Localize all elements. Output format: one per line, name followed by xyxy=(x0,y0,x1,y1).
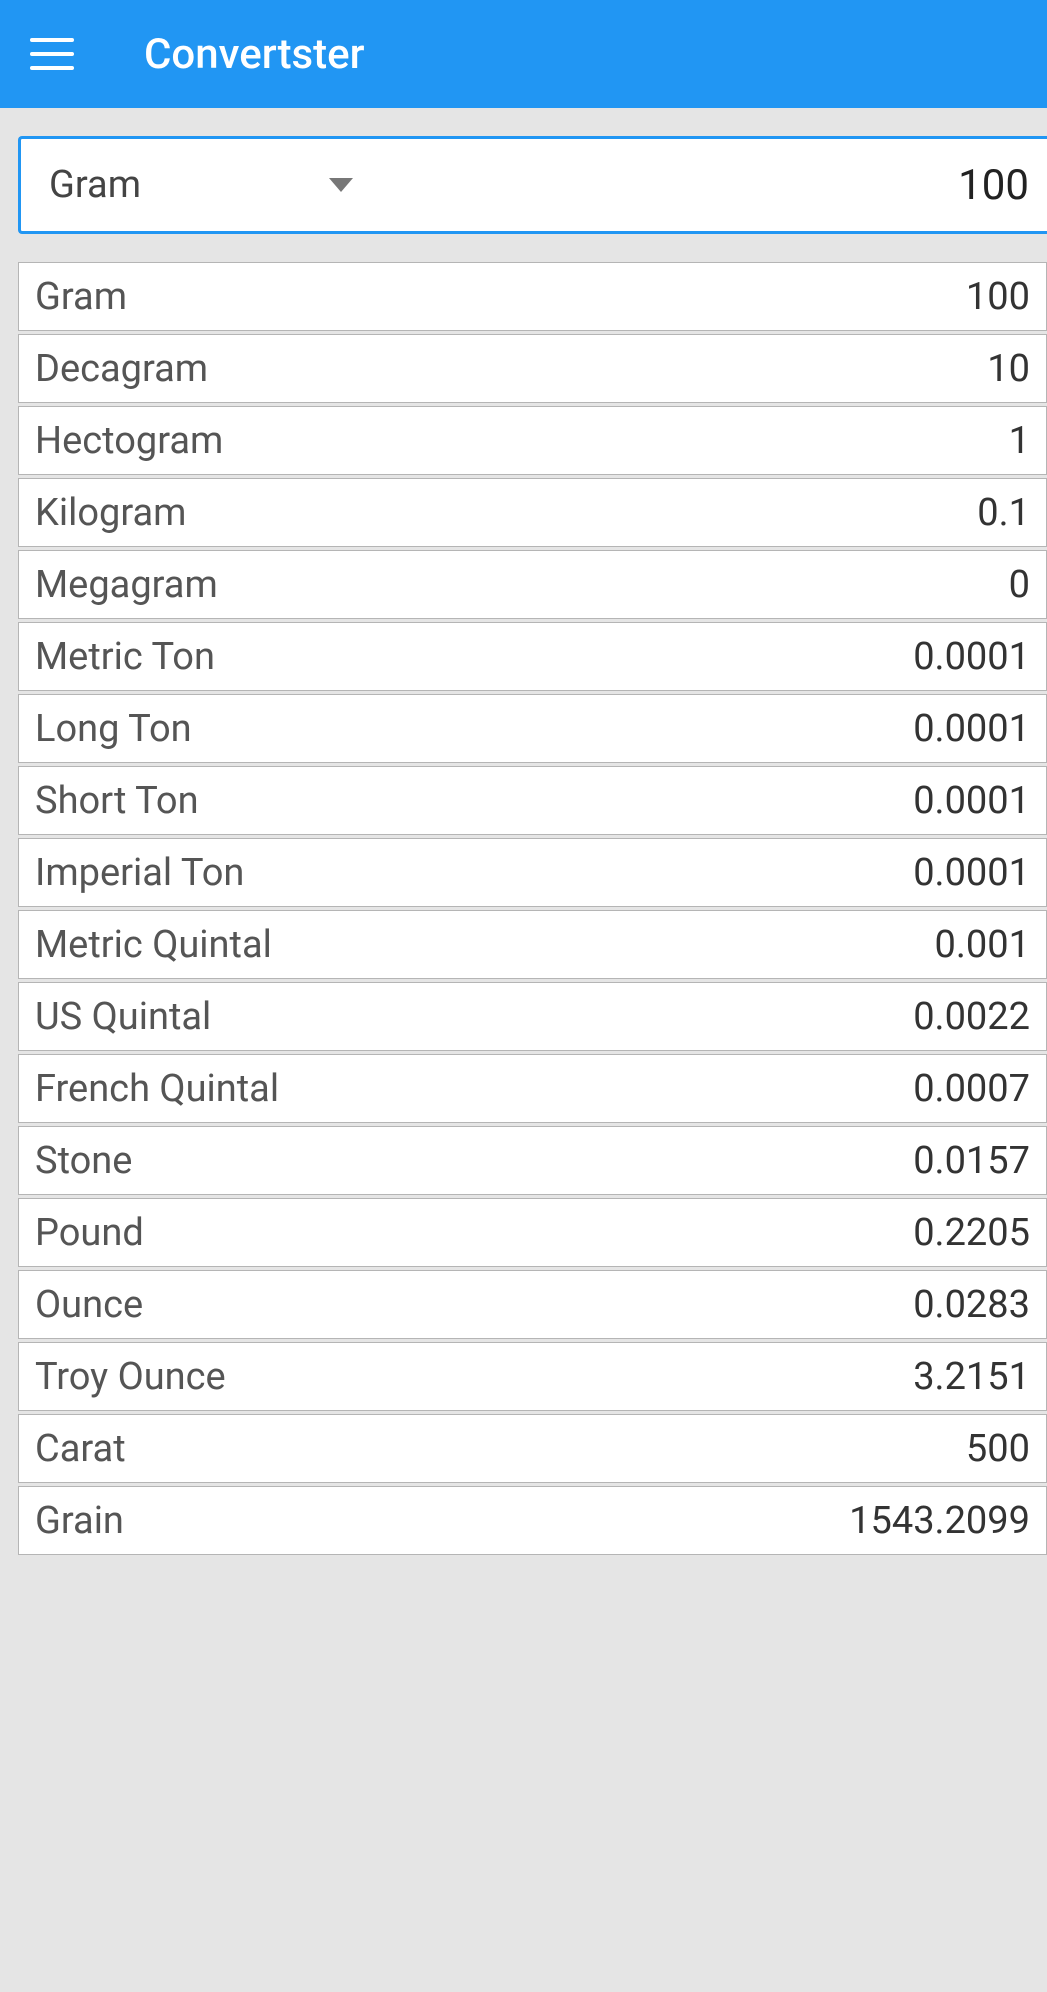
app-title: Convertster xyxy=(144,30,365,79)
result-value: 0.001 xyxy=(935,923,1030,967)
result-row[interactable]: Megagram 0 xyxy=(18,550,1047,619)
result-unit-label: Short Ton xyxy=(35,779,199,823)
result-row[interactable]: Stone 0.0157 xyxy=(18,1126,1047,1195)
result-row[interactable]: Hectogram 1 xyxy=(18,406,1047,475)
result-row[interactable]: Metric Ton 0.0001 xyxy=(18,622,1047,691)
result-unit-label: Kilogram xyxy=(35,491,186,535)
result-value: 1543.2099 xyxy=(849,1499,1030,1543)
result-value: 500 xyxy=(966,1427,1030,1471)
conversion-input-container: Gram 100 xyxy=(18,136,1047,234)
result-unit-label: US Quintal xyxy=(35,995,211,1039)
result-unit-label: French Quintal xyxy=(35,1067,279,1111)
selected-unit-label: Gram xyxy=(49,163,329,207)
result-row[interactable]: US Quintal 0.0022 xyxy=(18,982,1047,1051)
result-row[interactable]: Metric Quintal 0.001 xyxy=(18,910,1047,979)
value-input[interactable]: 100 xyxy=(381,139,1047,231)
result-value: 0.0283 xyxy=(913,1283,1030,1327)
result-unit-label: Megagram xyxy=(35,563,218,607)
result-value: 0.0001 xyxy=(913,851,1030,895)
result-unit-label: Hectogram xyxy=(35,419,223,463)
result-row[interactable]: Pound 0.2205 xyxy=(18,1198,1047,1267)
result-row[interactable]: French Quintal 0.0007 xyxy=(18,1054,1047,1123)
result-value: 0 xyxy=(1009,563,1030,607)
result-unit-label: Metric Ton xyxy=(35,635,215,679)
result-value: 1 xyxy=(1009,419,1030,463)
result-row[interactable]: Long Ton 0.0001 xyxy=(18,694,1047,763)
result-value: 0.2205 xyxy=(913,1211,1030,1255)
result-unit-label: Long Ton xyxy=(35,707,192,751)
unit-select-dropdown[interactable]: Gram xyxy=(21,139,381,231)
result-unit-label: Imperial Ton xyxy=(35,851,244,895)
result-unit-label: Carat xyxy=(35,1427,126,1471)
result-value: 100 xyxy=(966,275,1030,319)
result-value: 3.2151 xyxy=(913,1355,1030,1399)
result-value: 0.0022 xyxy=(913,995,1030,1039)
result-row[interactable]: Imperial Ton 0.0001 xyxy=(18,838,1047,907)
result-row[interactable]: Kilogram 0.1 xyxy=(18,478,1047,547)
result-unit-label: Grain xyxy=(35,1499,124,1543)
result-row[interactable]: Grain 1543.2099 xyxy=(18,1486,1047,1555)
chevron-down-icon xyxy=(329,178,353,192)
hamburger-menu-icon[interactable] xyxy=(30,38,74,70)
result-unit-label: Gram xyxy=(35,275,127,319)
app-header: Convertster xyxy=(0,0,1047,108)
result-value: 0.0001 xyxy=(913,707,1030,751)
result-value: 0.0001 xyxy=(913,635,1030,679)
result-row[interactable]: Short Ton 0.0001 xyxy=(18,766,1047,835)
result-unit-label: Troy Ounce xyxy=(35,1355,226,1399)
result-row[interactable]: Carat 500 xyxy=(18,1414,1047,1483)
result-value: 0.0157 xyxy=(913,1139,1030,1183)
result-unit-label: Decagram xyxy=(35,347,208,391)
result-row[interactable]: Troy Ounce 3.2151 xyxy=(18,1342,1047,1411)
result-unit-label: Stone xyxy=(35,1139,132,1183)
result-row[interactable]: Decagram 10 xyxy=(18,334,1047,403)
result-row[interactable]: Ounce 0.0283 xyxy=(18,1270,1047,1339)
result-unit-label: Metric Quintal xyxy=(35,923,272,967)
results-list: Gram 100 Decagram 10 Hectogram 1 Kilogram 0.1 Me… xyxy=(18,262,1047,1555)
result-value: 0.0001 xyxy=(913,779,1030,823)
result-unit-label: Pound xyxy=(35,1211,144,1255)
result-row[interactable]: Gram 100 xyxy=(18,262,1047,331)
result-value: 0.0007 xyxy=(913,1067,1030,1111)
result-value: 10 xyxy=(987,347,1030,391)
result-unit-label: Ounce xyxy=(35,1283,143,1327)
result-value: 0.1 xyxy=(977,491,1030,535)
